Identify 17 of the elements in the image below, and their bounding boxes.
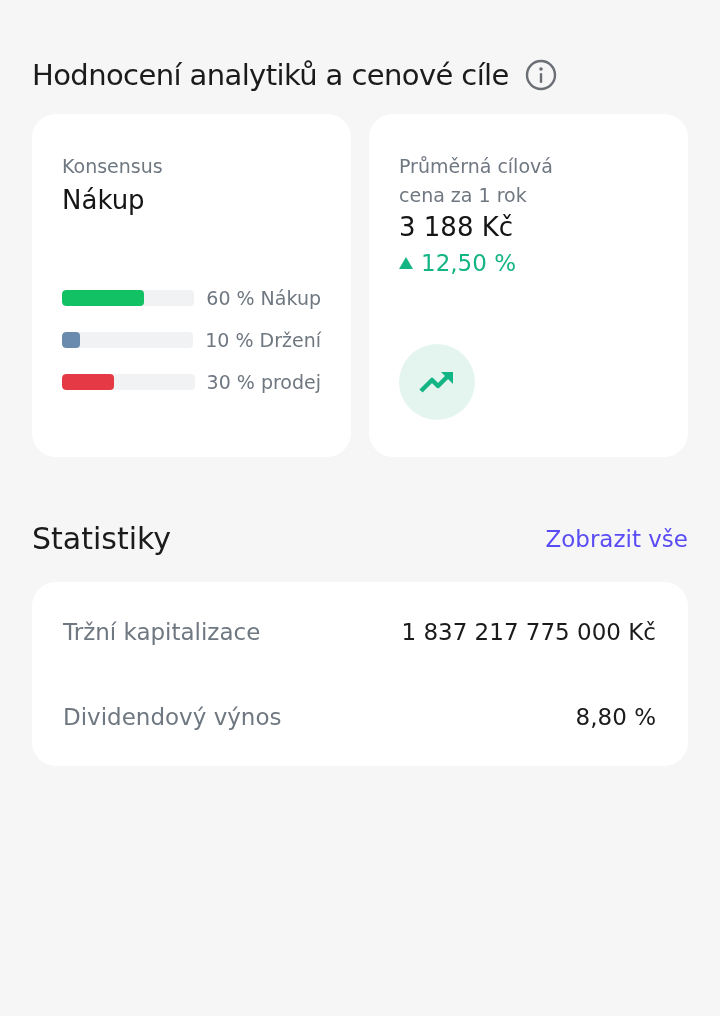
price-change: 12,50 % [421,250,516,276]
rating-label: 60 % Nákup [206,287,321,309]
trending-up-icon [419,370,455,394]
rating-label: 30 % prodej [206,371,321,393]
consensus-value: Nákup [62,185,146,215]
info-icon[interactable] [524,59,557,91]
stat-value: 1 837 217 775 000 Kč [401,618,656,645]
stat-label: Tržní kapitalizace [63,618,261,645]
stat-value: 8,80 % [575,703,656,730]
target-price: 3 188 Kč [399,212,515,242]
consensus-label: Konsensus [62,154,164,179]
show-all-link[interactable]: Zobrazit vše [545,525,688,552]
stat-label: Dividendový výnos [63,703,282,730]
rating-label: 10 % Držení [205,329,321,351]
statistics-title: Statistiky [32,521,172,556]
section-title: Hodnocení analytiků a cenové cíle [32,58,509,92]
target-label: Průměrná cílová cena za 1 rok [399,154,554,208]
